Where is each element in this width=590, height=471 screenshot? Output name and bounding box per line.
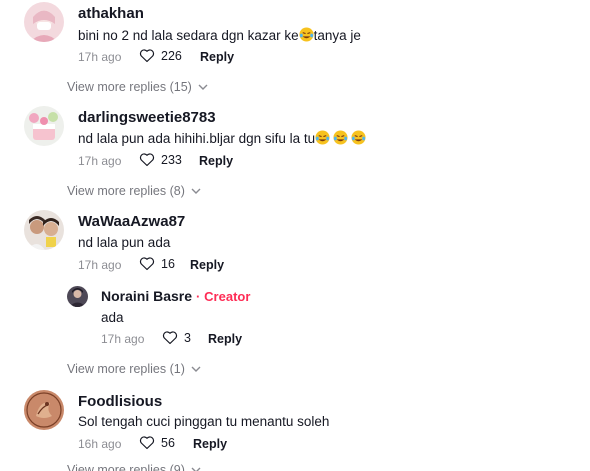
reply-text: ada (101, 310, 124, 325)
like-button[interactable]: 233 (139, 152, 182, 167)
reply-timestamp: 17h ago (101, 332, 145, 346)
tears-of-joy-emoji-icon (299, 27, 314, 42)
comment-text: Sol tengah cuci pinggan tu menantu soleh (78, 414, 330, 429)
heart-outline-icon (139, 436, 155, 450)
chevron-down-icon (198, 84, 208, 90)
comment-username[interactable]: athakhan (78, 5, 144, 22)
reply-username-row: Noraini Basre · Creator (101, 288, 250, 304)
comment-timestamp: 17h ago (78, 258, 122, 272)
view-more-replies-button[interactable]: View more replies (15) (67, 80, 208, 94)
view-more-label: View more replies (9) (67, 463, 185, 471)
comment-timestamp: 17h ago (78, 154, 122, 168)
comment-timestamp: 16h ago (78, 437, 122, 451)
reply-button[interactable]: Reply (199, 154, 233, 168)
view-more-replies-button[interactable]: View more replies (9) (67, 463, 201, 471)
avatar[interactable] (24, 390, 64, 430)
like-button[interactable]: 56 (139, 435, 175, 450)
creator-separator: · (195, 289, 201, 304)
tears-of-joy-emoji-icon (351, 130, 366, 145)
comment-text-part: bini no 2 nd lala sedara dgn kazar ke (78, 28, 299, 43)
view-more-replies-button[interactable]: View more replies (1) (67, 362, 201, 376)
view-more-label: View more replies (15) (67, 80, 192, 94)
view-more-replies-button[interactable]: View more replies (8) (67, 184, 201, 198)
comment-text-part: tanya je (313, 28, 361, 43)
comment-text: nd lala pun ada hihihi.bljar dgn sifu la… (78, 130, 366, 146)
like-count: 226 (161, 48, 182, 63)
heart-outline-icon (139, 49, 155, 63)
tears-of-joy-emoji-icon (315, 130, 330, 145)
like-count: 16 (161, 256, 175, 271)
avatar[interactable] (24, 2, 64, 42)
comment-username[interactable]: darlingsweetie8783 (78, 109, 216, 126)
like-count: 3 (184, 330, 191, 345)
like-button[interactable]: 16 (139, 256, 175, 271)
avatar[interactable] (24, 106, 64, 146)
reply-button[interactable]: Reply (208, 332, 242, 346)
reply-avatar[interactable] (67, 286, 88, 307)
reply-button[interactable]: Reply (200, 50, 234, 64)
chevron-down-icon (191, 467, 201, 471)
reply-like-button[interactable]: 3 (162, 330, 191, 345)
heart-outline-icon (162, 331, 178, 345)
reply-button[interactable]: Reply (193, 437, 227, 451)
reply-button[interactable]: Reply (190, 258, 224, 272)
heart-outline-icon (139, 257, 155, 271)
like-count: 233 (161, 152, 182, 167)
avatar[interactable] (24, 210, 64, 250)
comment-username[interactable]: WaWaaAzwa87 (78, 213, 185, 230)
tears-of-joy-emoji-icon (333, 130, 348, 145)
view-more-label: View more replies (8) (67, 184, 185, 198)
comment-text: nd lala pun ada (78, 235, 171, 250)
comment-username[interactable]: Foodlisious (78, 393, 162, 410)
reply-username[interactable]: Noraini Basre (101, 288, 192, 304)
chevron-down-icon (191, 366, 201, 372)
comment-timestamp: 17h ago (78, 50, 122, 64)
creator-badge: Creator (204, 289, 251, 304)
comment-text-part: nd lala pun ada hihihi.bljar dgn sifu la… (78, 131, 316, 146)
like-button[interactable]: 226 (139, 48, 182, 63)
chevron-down-icon (191, 188, 201, 194)
view-more-label: View more replies (1) (67, 362, 185, 376)
like-count: 56 (161, 435, 175, 450)
heart-outline-icon (139, 153, 155, 167)
comment-text: bini no 2 nd lala sedara dgn kazar ke tan… (78, 27, 361, 43)
